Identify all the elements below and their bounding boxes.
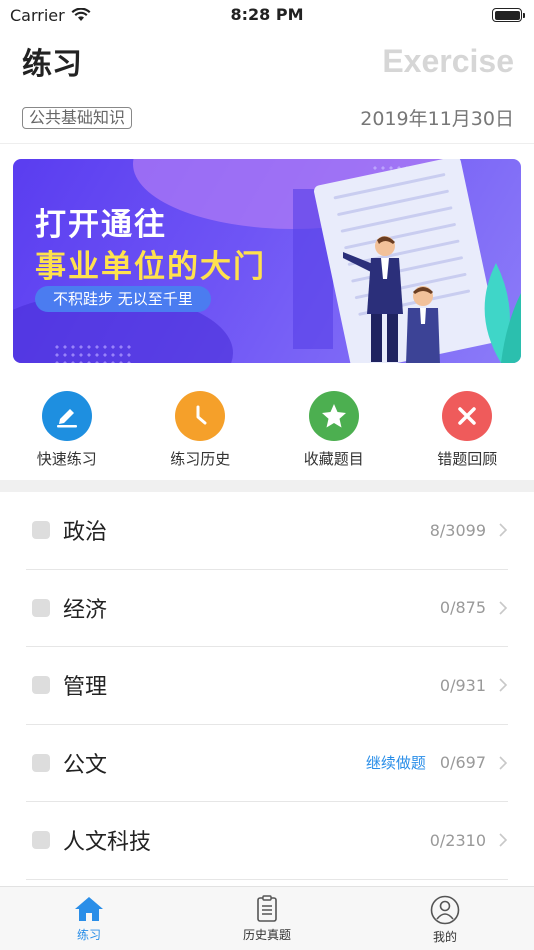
subject-list: 政治 8/3099 经济 0/875 管理 0/931 公文 继续做题 0/69… [0,492,534,880]
subject-label: 经济 [63,597,108,623]
wrong-answers-label: 错题回顾 [437,450,498,468]
carrier-label: Carrier [10,5,65,25]
subject-label: 管理 [63,675,108,701]
subheader: 公共基础知识 2019年11月30日 [0,92,534,144]
battery-fill [494,10,520,20]
tab-practice[interactable]: 练习 [0,887,178,950]
subject-row-management[interactable]: 管理 0/931 [26,647,508,725]
row-checkbox[interactable] [32,598,50,617]
wifi-icon [71,8,91,21]
clock-icon [196,405,207,425]
close-icon [458,407,476,425]
tab-label: 历史真题 [242,928,291,942]
category-tag[interactable]: 公共基础知识 [22,106,133,129]
tab-past-exams[interactable]: 历史真题 [178,887,356,950]
quick-practice-button[interactable]: 快速练习 [12,391,122,480]
banner-title-line1: 打开通往 [35,207,167,243]
practice-history-button[interactable]: 练习历史 [145,391,255,480]
home-icon [75,897,103,921]
row-checkbox[interactable] [32,831,50,850]
subject-row-economy[interactable]: 经济 0/875 [26,570,508,647]
favorites-circle [308,391,359,441]
chevron-right-icon [499,523,508,537]
section-divider [0,480,534,492]
banner-title-line2: 事业单位的大门 [35,249,266,285]
tab-mine[interactable]: 我的 [356,887,534,950]
status-left: Carrier [10,6,91,25]
wrong-answers-button[interactable]: 错题回顾 [412,391,522,480]
page-header: 练习 Exercise [0,30,534,92]
subject-count: 0/931 [439,675,486,695]
practice-history-circle [175,391,226,441]
chevron-right-icon [499,601,508,615]
banner-tagline: 不积跬步 无以至千里 [35,286,211,312]
subject-row-politics[interactable]: 政治 8/3099 [26,492,508,570]
banner-dots [53,343,133,363]
star-icon [321,404,346,428]
favorites-button[interactable]: 收藏题目 [279,391,389,480]
assistant-illustration [406,286,440,363]
continue-link[interactable]: 继续做题 [366,752,426,773]
promo-banner[interactable]: 打开通往 事业单位的大门 不积跬步 无以至千里 [13,159,521,363]
practice-history-label: 练习历史 [170,450,231,468]
subject-row-documents[interactable]: 公文 继续做题 0/697 [26,725,508,802]
tab-label: 我的 [432,930,457,944]
quick-actions: 快速练习 练习历史 收藏题目 错题回顾 [0,363,534,480]
subject-label: 政治 [63,520,108,546]
tab-bar: 练习 历史真题 我的 [0,886,534,950]
quick-practice-label: 快速练习 [36,450,97,468]
wrong-answers-circle [442,391,493,441]
chevron-right-icon [499,833,508,847]
battery-icon [492,8,525,22]
tab-label: 练习 [76,928,101,942]
page-title-en: Exercise [382,42,514,79]
subject-count: 0/875 [439,598,486,618]
row-checkbox[interactable] [32,753,50,772]
subject-count: 0/2310 [429,830,486,850]
current-date: 2019年11月30日 [360,108,514,130]
subject-label: 人文科技 [63,830,152,856]
subject-count: 8/3099 [429,520,486,540]
chevron-right-icon [499,678,508,692]
status-bar: Carrier 8:28 PM [0,0,534,30]
subject-row-humanities[interactable]: 人文科技 0/2310 [26,802,508,880]
clipboard-icon [257,895,277,922]
row-checkbox[interactable] [32,676,50,695]
subject-count: 0/697 [439,753,486,773]
favorites-label: 收藏题目 [303,450,364,468]
pencil-icon [56,409,77,428]
quick-practice-circle [41,391,92,441]
row-checkbox[interactable] [32,521,50,540]
user-icon [430,895,460,925]
leaf-illustration [484,263,521,363]
subject-label: 公文 [63,752,108,778]
chevron-right-icon [499,756,508,770]
page-title: 练习 [22,47,82,82]
